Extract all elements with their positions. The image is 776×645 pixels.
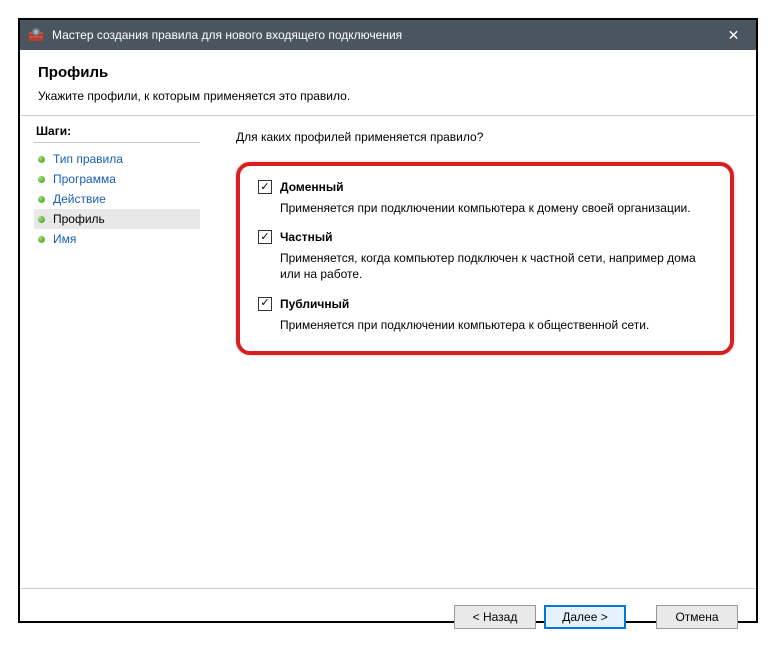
step-action[interactable]: Действие xyxy=(34,189,200,209)
step-label: Действие xyxy=(53,192,106,206)
page-title: Профиль xyxy=(38,64,738,81)
checkbox-domain-row: ✓ Доменный Применяется при подключении к… xyxy=(258,180,712,216)
checkbox-description: Применяется, когда компьютер подключен к… xyxy=(280,250,712,282)
steps-sidebar: Шаги: Тип правила Программа Действие Про… xyxy=(20,116,208,588)
step-label: Профиль xyxy=(53,212,105,226)
bullet-icon xyxy=(38,236,45,243)
checkbox-description: Применяется при подключении компьютера к… xyxy=(280,317,712,333)
checkbox-label: Доменный xyxy=(280,180,344,194)
profile-prompt: Для каких профилей применяется правило? xyxy=(236,130,734,144)
next-button[interactable]: Далее > xyxy=(544,605,626,629)
checkbox-private[interactable]: ✓ Частный xyxy=(258,230,712,244)
bullet-icon xyxy=(38,156,45,163)
titlebar: Мастер создания правила для нового входя… xyxy=(20,20,756,50)
sidebar-divider xyxy=(34,142,200,143)
footer: < Назад Далее > Отмена xyxy=(20,589,756,645)
step-label: Имя xyxy=(53,232,76,246)
checkbox-domain[interactable]: ✓ Доменный xyxy=(258,180,712,194)
checkbox-public-row: ✓ Публичный Применяется при подключении … xyxy=(258,297,712,333)
steps-heading: Шаги: xyxy=(34,124,208,138)
step-program[interactable]: Программа xyxy=(34,169,200,189)
wizard-window: Мастер создания правила для нового входя… xyxy=(18,18,758,623)
checkbox-label: Частный xyxy=(280,230,333,244)
cancel-button[interactable]: Отмена xyxy=(656,605,738,629)
checkbox-public[interactable]: ✓ Публичный xyxy=(258,297,712,311)
step-profile[interactable]: Профиль xyxy=(34,209,200,229)
checkmark-icon: ✓ xyxy=(258,297,272,311)
checkmark-icon: ✓ xyxy=(258,230,272,244)
window-title: Мастер создания правила для нового входя… xyxy=(52,28,711,42)
checkmark-icon: ✓ xyxy=(258,180,272,194)
page-subtitle: Укажите профили, к которым применяется э… xyxy=(38,89,738,103)
highlight-box: ✓ Доменный Применяется при подключении к… xyxy=(236,162,734,355)
firewall-icon xyxy=(28,27,44,43)
bullet-icon xyxy=(38,216,45,223)
checkbox-private-row: ✓ Частный Применяется, когда компьютер п… xyxy=(258,230,712,282)
wizard-body: Шаги: Тип правила Программа Действие Про… xyxy=(20,116,756,588)
checkbox-description: Применяется при подключении компьютера к… xyxy=(280,200,712,216)
step-label: Тип правила xyxy=(53,152,123,166)
close-icon: ✕ xyxy=(728,27,740,44)
checkbox-label: Публичный xyxy=(280,297,349,311)
bullet-icon xyxy=(38,196,45,203)
page-header: Профиль Укажите профили, к которым приме… xyxy=(20,50,756,115)
step-label: Программа xyxy=(53,172,116,186)
bullet-icon xyxy=(38,176,45,183)
back-button[interactable]: < Назад xyxy=(454,605,536,629)
main-panel: Для каких профилей применяется правило? … xyxy=(208,116,756,588)
step-name[interactable]: Имя xyxy=(34,229,200,249)
step-rule-type[interactable]: Тип правила xyxy=(34,149,200,169)
close-button[interactable]: ✕ xyxy=(711,20,756,50)
